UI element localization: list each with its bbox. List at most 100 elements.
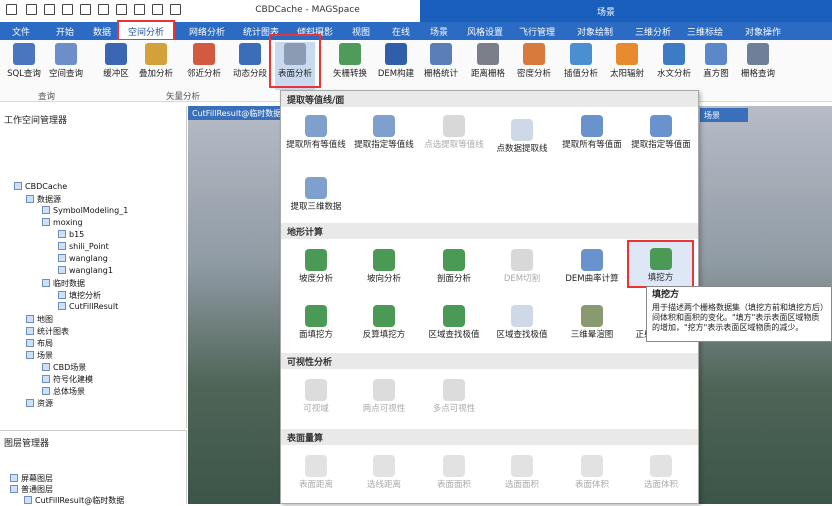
section-measure: 表面量算 (281, 429, 698, 445)
layer-item[interactable]: CutFillResult@临时数据 (24, 495, 124, 506)
tree-item[interactable]: CutFillResult (58, 302, 118, 311)
raster-stats-button[interactable]: 栅格统计 (421, 42, 461, 90)
tree-item[interactable]: 地图 (26, 314, 53, 325)
vector-raster-icon (339, 43, 361, 65)
profile-icon (443, 249, 465, 271)
doc-tab[interactable]: CutFillResult@临时数据 (188, 106, 280, 120)
tree-item[interactable]: 符号化建模 (42, 374, 93, 385)
overlay-button[interactable]: 叠加分析 (136, 42, 176, 90)
menu-item[interactable]: 三维晕渲图 (559, 305, 625, 340)
tab-3d-plot[interactable]: 三维标绘 (687, 25, 723, 38)
menu-item[interactable]: 坡向分析 (351, 249, 417, 284)
menu-item[interactable]: 坡度分析 (283, 249, 349, 284)
tree-item[interactable]: 场景 (26, 350, 53, 361)
cut-fill-button[interactable]: 填挖方 (627, 240, 694, 288)
tab-view[interactable]: 视图 (352, 25, 370, 38)
grid-dataset-icon (58, 291, 66, 299)
tab-online[interactable]: 在线 (392, 25, 410, 38)
tree-item[interactable]: SymbolModeling_1 (42, 206, 128, 215)
raster-stats-label: 栅格统计 (423, 69, 458, 79)
dynamic-segment-button[interactable]: 动态分段 (230, 42, 270, 90)
tree-label: moxing (53, 218, 83, 227)
menu-item[interactable]: 选线距离 (351, 455, 417, 490)
interpolation-button[interactable]: 插值分析 (561, 42, 601, 90)
menu-item[interactable]: 表面距离 (283, 455, 349, 490)
vector-raster-label: 矢栅转换 (332, 69, 367, 79)
menu-item[interactable]: 区域查找极值 (421, 305, 487, 340)
tree-item[interactable]: 布局 (26, 338, 53, 349)
tree-item[interactable]: 数据源 (26, 194, 61, 205)
tree-item[interactable]: wanglang (58, 254, 108, 263)
menu-item[interactable]: DEM切割 (489, 249, 555, 284)
tab-flight[interactable]: 飞行管理 (519, 25, 555, 38)
tree-item[interactable]: shili_Point (58, 242, 109, 251)
menu-item[interactable]: 区域查找极值 (489, 305, 555, 340)
tab-network[interactable]: 网络分析 (189, 25, 225, 38)
tree-item[interactable]: CBDCache (14, 182, 67, 191)
spatial-query-button[interactable]: 空间查询 (46, 42, 86, 90)
tab-spatial-analysis[interactable]: 空间分析 (117, 20, 175, 41)
menu-item-label: DEM切割 (503, 274, 541, 284)
menu-item[interactable]: 剖面分析 (421, 249, 487, 284)
tree-item[interactable]: moxing (42, 218, 83, 227)
menu-item[interactable]: 两点可视性 (351, 379, 417, 414)
tree-item[interactable]: 总体场景 (42, 386, 85, 397)
surface-area-icon (443, 455, 465, 477)
proximity-icon (193, 43, 215, 65)
density-button[interactable]: 密度分析 (514, 42, 554, 90)
menu-item[interactable]: 选面体积 (628, 455, 694, 490)
vector-raster-button[interactable]: 矢栅转换 (330, 42, 370, 90)
tab-file[interactable]: 文件 (12, 25, 30, 38)
menu-item[interactable]: 可视域 (283, 379, 349, 414)
menu-item[interactable]: 多点可视性 (421, 379, 487, 414)
surface-icon (581, 115, 603, 137)
dem-build-button[interactable]: DEM构建 (376, 42, 416, 90)
menu-item[interactable]: 面填挖方 (283, 305, 349, 340)
distance-raster-button[interactable]: 距离栅格 (468, 42, 508, 90)
tree-item[interactable]: 填挖分析 (58, 290, 101, 301)
tab-scene[interactable]: 场景 (430, 25, 448, 38)
cut-fill-label: 填挖方 (647, 273, 674, 283)
map-icon (26, 315, 34, 323)
histogram-button[interactable]: 直方图 (696, 42, 736, 90)
buffer-label: 缓冲区 (103, 69, 129, 79)
tree-item[interactable]: 临时数据 (42, 278, 85, 289)
area-cutfill-icon (305, 305, 327, 327)
tree-item[interactable]: 统计图表 (26, 326, 69, 337)
scene-doc-tab[interactable]: 场景 (700, 108, 748, 122)
sql-query-button[interactable]: SQL查询 (4, 42, 44, 90)
menu-item[interactable]: DEM曲率计算 (559, 249, 625, 284)
menu-item-label: 多点可视性 (432, 404, 476, 414)
menu-item[interactable]: 反算填挖方 (351, 305, 417, 340)
layer-label: 屏幕图层 (21, 474, 53, 483)
tab-data[interactable]: 数据 (93, 25, 111, 38)
tree-item[interactable]: b15 (58, 230, 84, 239)
menu-item[interactable]: 选面面积 (489, 455, 555, 490)
histogram-icon (705, 43, 727, 65)
buffer-button[interactable]: 缓冲区 (96, 42, 136, 90)
layer-item[interactable]: 屏幕图层 (10, 473, 53, 484)
solar-button[interactable]: 太阳辐射 (607, 42, 647, 90)
layer-item[interactable]: 普通图层 (10, 484, 53, 495)
tree-item[interactable]: wanglang1 (58, 266, 113, 275)
menu-item[interactable]: 提取所有等值线 (283, 115, 349, 150)
menu-item[interactable]: 表面体积 (559, 455, 625, 490)
tab-start[interactable]: 开始 (56, 25, 74, 38)
tree-item[interactable]: CBD场景 (42, 362, 86, 373)
menu-item[interactable]: 提取指定等值线 (351, 115, 417, 150)
tab-style[interactable]: 风格设置 (467, 25, 503, 38)
menu-item[interactable]: 提取指定等值面 (628, 115, 694, 150)
tab-draw[interactable]: 对象绘制 (577, 25, 613, 38)
menu-item[interactable]: 表面面积 (421, 455, 487, 490)
menu-item[interactable]: 点数据提取线 (489, 119, 555, 154)
menu-item[interactable]: 提取三维数据 (283, 177, 349, 212)
tab-object-ops[interactable]: 对象操作 (745, 25, 781, 38)
datasource-icon (26, 195, 34, 203)
tree-item[interactable]: 资源 (26, 398, 53, 409)
menu-item[interactable]: 提取所有等值面 (559, 115, 625, 150)
tab-3d-analysis[interactable]: 三维分析 (635, 25, 671, 38)
hydrology-button[interactable]: 水文分析 (654, 42, 694, 90)
proximity-button[interactable]: 邻近分析 (184, 42, 224, 90)
menu-item[interactable]: 点选提取等值线 (421, 115, 487, 150)
raster-query-button[interactable]: 栅格查询 (738, 42, 778, 90)
